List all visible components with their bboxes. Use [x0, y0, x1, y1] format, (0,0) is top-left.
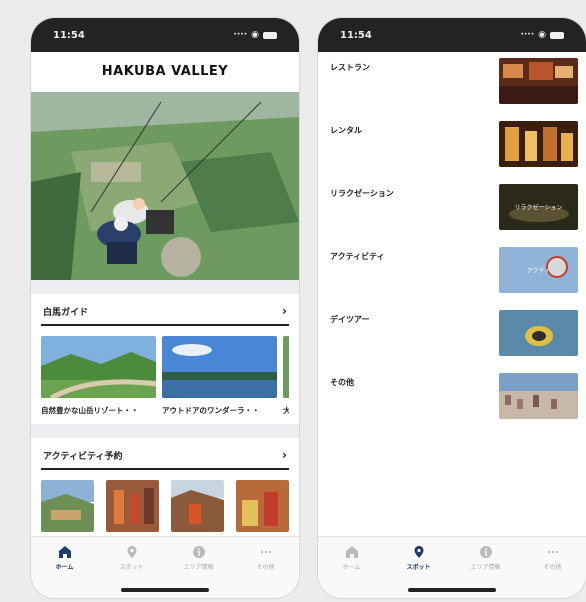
thumbnail-caption: アクティ [526, 267, 551, 275]
location-pin-icon [127, 546, 136, 558]
status-time: 11:54 [340, 29, 372, 41]
category-label: アクティビティ [330, 252, 385, 261]
category-row-rental[interactable]: レンタル [330, 121, 578, 184]
spot-category-list: レストラン レンタル リラクゼーション リラクゼーション アクティビティ アクテ… [318, 52, 586, 436]
category-label: レストラン [330, 63, 370, 72]
status-bar: 11:54 ···· ◉ [318, 18, 586, 52]
phone-spot-screen: 11:54 ···· ◉ レストラン レンタル リラクゼーション リラクゼーショ… [318, 18, 586, 598]
category-row-restaurant[interactable]: レストラン [330, 58, 578, 121]
category-thumbnail [499, 121, 578, 167]
signal-icon: ···· [520, 30, 535, 40]
activity-section-title: アクティビティ予約 [43, 451, 123, 462]
category-label: レンタル [330, 126, 362, 135]
status-time: 11:54 [53, 29, 85, 41]
guide-card[interactable]: 自然豊かな山岳リゾート・・ [41, 336, 156, 416]
category-label: デイツアー [330, 315, 370, 324]
location-pin-icon [414, 546, 423, 558]
home-icon [58, 546, 71, 558]
activity-thumbnail[interactable] [236, 480, 289, 532]
guide-card-image [41, 336, 156, 398]
tab-home[interactable]: ホーム [322, 545, 382, 598]
activity-carousel[interactable] [41, 480, 289, 532]
home-indicator [408, 588, 496, 592]
guide-carousel[interactable]: 自然豊かな山岳リゾート・・ アウトドアのワンダーラ・・ 大 [41, 336, 289, 416]
category-row-day-tour[interactable]: デイツアー [330, 310, 578, 373]
guide-card[interactable]: 大人 [283, 336, 289, 416]
guide-card-caption: 自然豊かな山岳リゾート・・ [41, 406, 139, 415]
category-thumbnail [499, 310, 578, 356]
chevron-right-icon[interactable]: › [282, 448, 287, 462]
wifi-icon: ◉ [538, 30, 546, 40]
phone-home-screen: 11:54 ···· ◉ HAKUBA VALLEY 白馬ガイド › 自然豊かな… [31, 18, 299, 598]
category-thumbnail [499, 58, 578, 104]
category-row-activity[interactable]: アクティビティ アクティ [330, 247, 578, 310]
category-thumbnail: リラクゼーション [499, 184, 578, 230]
battery-icon [550, 31, 564, 39]
activity-thumbnail[interactable] [106, 480, 159, 532]
category-thumbnail [499, 373, 578, 419]
guide-section-title: 白馬ガイド [43, 307, 89, 318]
activity-thumbnail[interactable] [171, 480, 224, 532]
guide-card-image [162, 336, 277, 398]
chevron-right-icon[interactable]: › [282, 304, 287, 318]
info-icon [479, 546, 492, 558]
status-bar: 11:54 ···· ◉ [31, 18, 299, 52]
app-title: HAKUBA VALLEY [101, 63, 229, 79]
home-indicator [121, 588, 209, 592]
battery-icon [263, 31, 277, 39]
more-icon [260, 550, 271, 554]
guide-card-caption: 大人 [283, 406, 289, 415]
guide-card-image [283, 336, 289, 398]
info-icon [192, 546, 205, 558]
tab-more[interactable]: その他 [523, 545, 583, 598]
category-row-other[interactable]: その他 [330, 373, 578, 436]
home-icon [345, 546, 358, 558]
wifi-icon: ◉ [251, 30, 259, 40]
category-label: リラクゼーション [330, 189, 394, 198]
guide-card[interactable]: アウトドアのワンダーラ・・ [162, 336, 277, 416]
category-row-relaxation[interactable]: リラクゼーション リラクゼーション [330, 184, 578, 247]
signal-icon: ···· [233, 30, 248, 40]
tab-home[interactable]: ホーム [35, 545, 95, 598]
category-thumbnail: アクティ [499, 247, 578, 293]
guide-section: 白馬ガイド › 自然豊かな山岳リゾート・・ アウトドアのワンダーラ・・ 大 [31, 294, 299, 424]
activity-thumbnail[interactable] [41, 480, 94, 532]
more-icon [547, 550, 558, 554]
activity-section-header[interactable]: アクティビティ予約 › [41, 448, 289, 470]
category-label: その他 [330, 378, 354, 387]
thumbnail-caption: リラクゼーション [514, 204, 563, 212]
hero-image-paragliding[interactable] [31, 92, 299, 280]
guide-section-header[interactable]: 白馬ガイド › [41, 304, 289, 326]
activity-section: アクティビティ予約 › [31, 438, 299, 540]
guide-card-caption: アウトドアのワンダーラ・・ [162, 406, 260, 415]
tab-more[interactable]: その他 [236, 545, 296, 598]
